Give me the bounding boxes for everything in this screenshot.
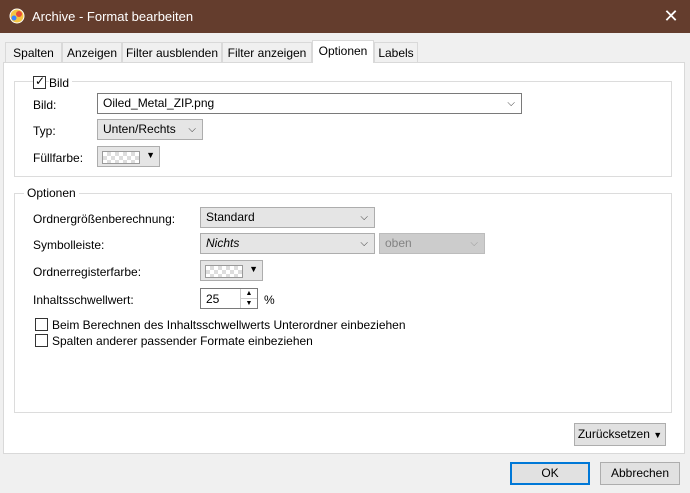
toolbar-label: Symbolleiste: xyxy=(33,238,105,252)
color-swatch xyxy=(102,151,140,164)
include-subfolders-checkbox[interactable] xyxy=(35,318,48,331)
chevron-down-icon: ▼ xyxy=(249,264,258,274)
image-file-select[interactable]: Oiled_Metal_ZIP.png ⌵ xyxy=(97,93,522,114)
toolbar-select[interactable]: Nichts ⌵ xyxy=(200,233,375,254)
threshold-label: Inhaltsschwellwert: xyxy=(33,293,134,307)
options-panel: ✓ Bild Bild: Oiled_Metal_ZIP.png ⌵ Typ: … xyxy=(3,62,685,454)
image-checkbox[interactable]: ✓ xyxy=(33,74,46,89)
tab-optionen[interactable]: Optionen xyxy=(312,40,374,63)
folder-size-label: Ordnergrößenberechnung: xyxy=(33,212,176,226)
chevron-down-icon: ⌵ xyxy=(360,238,368,249)
folder-size-select[interactable]: Standard ⌵ xyxy=(200,207,375,228)
title-bar: Archive - Format bearbeiten ✕ xyxy=(0,0,690,33)
threshold-spinner[interactable]: 25 ▲ ▼ xyxy=(200,288,258,309)
tab-spalten[interactable]: Spalten xyxy=(5,42,62,62)
include-columns-checkbox[interactable] xyxy=(35,334,48,347)
archive-app-icon xyxy=(9,8,25,24)
toolbar-position-select[interactable]: oben ⌵ xyxy=(379,233,485,254)
close-icon: ✕ xyxy=(663,6,679,26)
window-title: Archive - Format bearbeiten xyxy=(32,9,194,24)
ok-button[interactable]: OK xyxy=(510,462,590,485)
tab-color-label: Ordnerregisterfarbe: xyxy=(33,265,142,279)
tab-filter-ausblenden[interactable]: Filter ausblenden xyxy=(122,42,222,62)
tab-labels[interactable]: Labels xyxy=(374,42,418,62)
chevron-down-icon: ⌵ xyxy=(507,98,515,109)
threshold-unit: % xyxy=(264,293,275,307)
spin-up-icon[interactable]: ▲ xyxy=(241,289,257,299)
type-label: Typ: xyxy=(33,124,56,138)
checkmark-icon: ✓ xyxy=(35,74,46,88)
reset-button[interactable]: Zurücksetzen ▼ xyxy=(574,423,666,446)
image-checkbox-label: Bild xyxy=(49,76,73,90)
options-group-title: Optionen xyxy=(24,186,79,200)
chevron-down-icon: ▼ xyxy=(653,430,663,440)
chevron-down-icon: ⌵ xyxy=(188,124,196,135)
chevron-down-icon: ▼ xyxy=(146,150,155,160)
fill-color-button[interactable]: ▼ xyxy=(97,146,160,167)
tab-filter-anzeigen[interactable]: Filter anzeigen xyxy=(222,42,312,62)
fill-color-label: Füllfarbe: xyxy=(33,151,84,165)
include-subfolders-label: Beim Berechnen des Inhaltsschwellwerts U… xyxy=(52,318,406,332)
include-columns-label: Spalten anderer passender Formate einbez… xyxy=(52,334,313,348)
image-label: Bild: xyxy=(33,98,57,112)
cancel-button[interactable]: Abbrechen xyxy=(600,462,680,485)
chevron-down-icon: ⌵ xyxy=(470,238,478,249)
threshold-value: 25 xyxy=(206,292,220,306)
image-type-select[interactable]: Unten/Rechts ⌵ xyxy=(97,119,203,140)
color-swatch xyxy=(205,265,243,278)
tab-color-button[interactable]: ▼ xyxy=(200,260,263,281)
close-button[interactable]: ✕ xyxy=(660,6,682,28)
tab-anzeigen[interactable]: Anzeigen xyxy=(62,42,122,62)
spin-down-icon[interactable]: ▼ xyxy=(241,299,257,308)
chevron-down-icon: ⌵ xyxy=(360,212,368,223)
